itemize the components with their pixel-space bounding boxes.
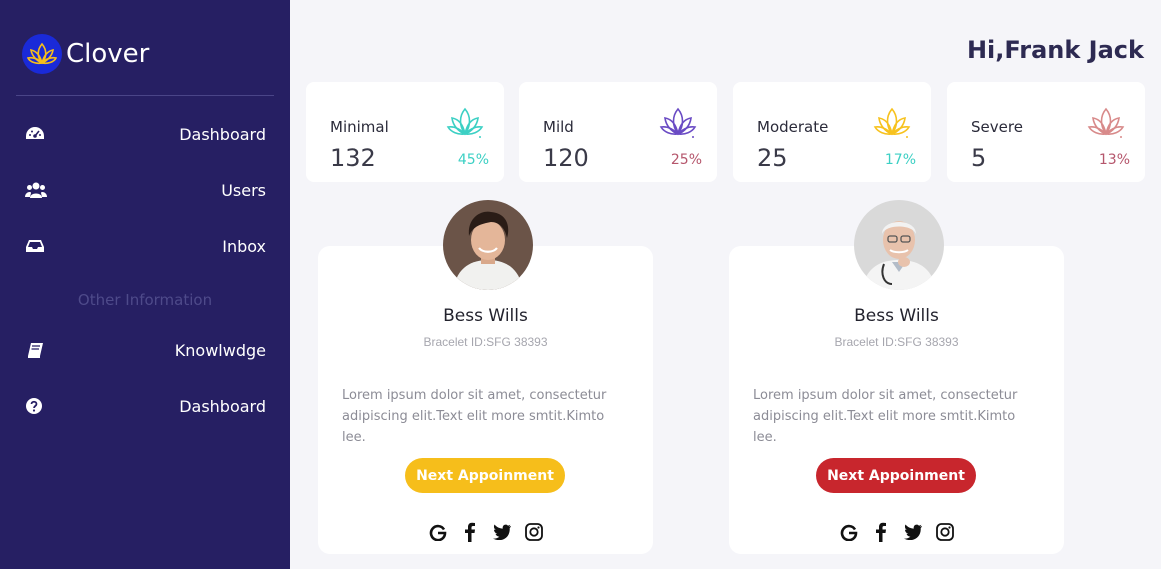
stat-label: Minimal [330,118,389,136]
stat-label: Mild [543,118,574,136]
stat-value: 25 [757,144,788,172]
stat-card-severe: Severe 5 13% [947,82,1145,182]
next-appointment-button[interactable]: Next Appoinment [405,458,565,493]
sidebar-item-label: Dashboard [179,396,266,416]
avatar [854,200,944,290]
sidebar-item-dashboard[interactable]: Dashboard [0,114,290,154]
inbox-icon [25,237,45,255]
stat-percent: 13% [1098,152,1130,168]
facebook-icon[interactable] [460,522,480,542]
google-icon[interactable] [839,522,859,542]
next-appointment-button[interactable]: Next Appoinment [816,458,976,493]
book-icon [25,341,45,359]
help-circle-icon [25,397,45,415]
sidebar-item-label: Inbox [222,236,266,256]
profile-description: Lorem ipsum dolor sit amet, consectetur … [342,388,607,445]
profile-card: Bess Wills Bracelet ID:SFG 38393 Lorem i… [729,246,1064,554]
stat-card-minimal: Minimal 132 45% [306,82,504,182]
stat-value: 132 [330,144,376,172]
profile-card: Bess Wills Bracelet ID:SFG 38393 Lorem i… [318,246,653,554]
avatar [443,200,533,290]
stat-value: 120 [543,144,589,172]
sidebar-item-inbox[interactable]: Inbox [0,226,290,266]
stat-card-moderate: Moderate 25 17% [733,82,931,182]
divider [16,95,274,96]
users-icon [25,181,47,199]
lotus-icon [873,106,911,140]
stat-value: 5 [971,144,987,172]
sidebar-item-label: Dashboard [179,124,266,144]
profile-description: Lorem ipsum dolor sit amet, consectetur … [753,388,1018,445]
sidebar-item-dashboard-2[interactable]: Dashboard [0,386,290,426]
stat-percent: 45% [457,152,489,168]
social-links [729,522,1064,542]
sidebar-item-users[interactable]: Users [0,170,290,210]
stat-label: Moderate [757,118,829,136]
lotus-icon [659,106,697,140]
profile-name: Bess Wills [854,306,939,326]
bracelet-id: Bracelet ID:SFG 38393 [423,335,548,349]
stat-percent: 17% [884,152,916,168]
lotus-icon [1087,106,1125,140]
social-links [318,522,653,542]
stat-percent: 25% [670,152,702,168]
profile-name: Bess Wills [443,306,528,326]
instagram-icon[interactable] [524,522,544,542]
sidebar: Clover Dashboard Users Inbox Other Infor… [0,0,290,569]
bracelet-id: Bracelet ID:SFG 38393 [834,335,959,349]
sidebar-item-knowledge[interactable]: Knowlwdge [0,330,290,370]
lotus-logo-icon [22,34,62,74]
stat-label: Severe [971,118,1023,136]
twitter-icon[interactable] [903,522,923,542]
sidebar-section-title: Other Information [77,291,213,309]
facebook-icon[interactable] [871,522,891,542]
twitter-icon[interactable] [492,522,512,542]
brand[interactable]: Clover [22,34,149,74]
sidebar-item-label: Users [221,180,266,200]
speedometer-icon [25,125,45,143]
stat-card-mild: Mild 120 25% [519,82,717,182]
instagram-icon[interactable] [935,522,955,542]
google-icon[interactable] [428,522,448,542]
app-name: Clover [66,39,150,69]
lotus-icon [446,106,484,140]
sidebar-item-label: Knowlwdge [174,340,266,360]
user-greeting: Hi,Frank Jack [966,36,1144,64]
